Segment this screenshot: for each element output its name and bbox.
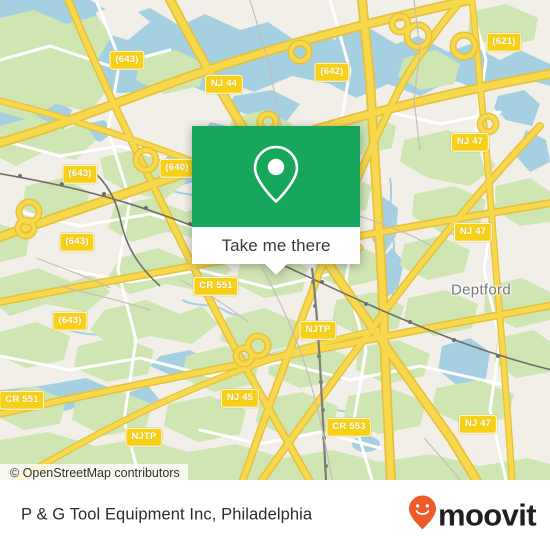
moovit-wordmark: moovit <box>437 497 537 533</box>
road-shield: NJ 47 <box>453 222 493 242</box>
map-viewport[interactable]: (643) NJ 44 (642) (621) NJ 47 (643) (640… <box>0 0 550 480</box>
callout-header <box>192 126 360 227</box>
road-shield: (643) <box>52 311 88 331</box>
map-attribution[interactable]: © OpenStreetMap contributors <box>0 464 188 480</box>
map-pin-icon <box>250 143 302 210</box>
road-shield: NJTP <box>299 320 337 340</box>
callout-pointer <box>265 264 287 275</box>
place-label-deptford: Deptford <box>451 281 511 299</box>
moovit-logo[interactable]: moovit <box>408 495 537 536</box>
attribution-text: © OpenStreetMap contributors <box>10 466 180 480</box>
road-shield: CR 551 <box>0 390 45 410</box>
moovit-smiley-pin-icon <box>408 495 437 536</box>
road-shield: NJ 45 <box>220 388 260 408</box>
road-shield: CR 551 <box>193 276 239 296</box>
location-callout-card[interactable]: Take me there <box>192 126 360 275</box>
road-shield: NJTP <box>125 427 163 447</box>
footer-bar: P & G Tool Equipment Inc, Philadelphia m… <box>0 480 550 550</box>
road-shield: NJ 44 <box>204 74 244 94</box>
road-shield: (643) <box>109 50 145 70</box>
road-shield: (642) <box>314 62 350 82</box>
road-shield: CR 553 <box>326 417 372 437</box>
road-shield: (621) <box>486 32 522 52</box>
callout-action-bar[interactable]: Take me there <box>192 227 360 264</box>
road-shield: (643) <box>59 232 95 252</box>
road-shield: (643) <box>62 164 98 184</box>
moovit-location-card: (643) NJ 44 (642) (621) NJ 47 (643) (640… <box>0 0 550 550</box>
take-me-there-label: Take me there <box>221 235 331 255</box>
road-shield: NJ 47 <box>458 414 498 434</box>
road-shield: NJ 47 <box>450 132 490 152</box>
road-shield: (640) <box>159 158 195 178</box>
location-title: P & G Tool Equipment Inc, Philadelphia <box>21 505 313 524</box>
